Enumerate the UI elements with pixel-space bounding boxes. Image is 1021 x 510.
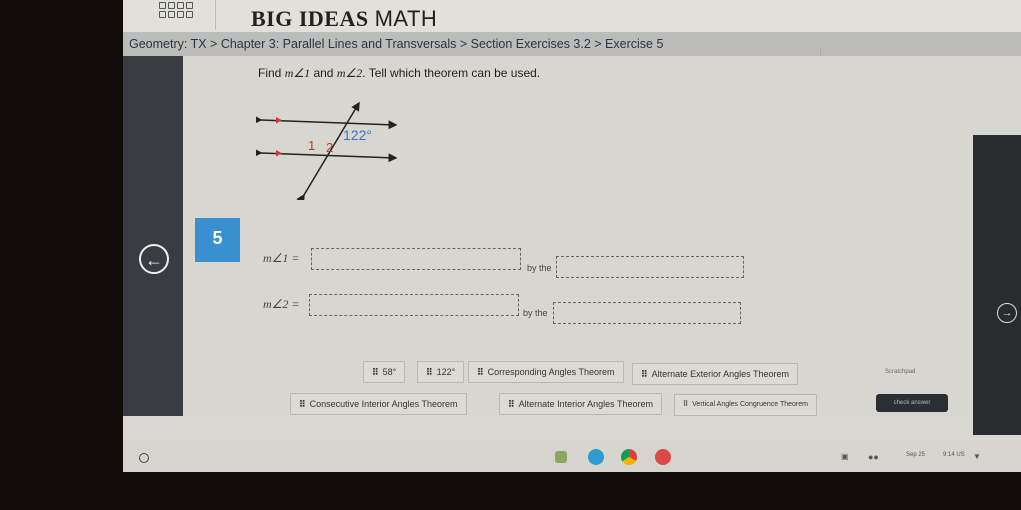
brand-text: BIG IDEAS	[251, 6, 369, 31]
angle-1-label: m∠1	[284, 66, 311, 80]
drag-handle-icon: ⠿	[426, 367, 433, 377]
by-the-text: by the	[527, 263, 552, 273]
chip-label: Alternate Exterior Angles Theorem	[651, 369, 789, 379]
by-the-text: by the	[523, 308, 548, 318]
question-number-badge: 5	[195, 218, 240, 262]
chip-label: Corresponding Angles Theorem	[487, 367, 615, 377]
drag-handle-icon: ⠿	[299, 399, 306, 409]
breadcrumb-text[interactable]: Geometry: TX > Chapter 3: Parallel Lines…	[129, 37, 663, 51]
sidebar: ←	[123, 56, 183, 416]
given-angle-label: 122°	[343, 127, 372, 143]
launcher-icon[interactable]	[139, 453, 149, 463]
answer-chip[interactable]: ⠿ Alternate Exterior Angles Theorem	[632, 363, 798, 385]
question-panel: Find m∠1 and m∠2. Tell which theorem can…	[183, 56, 1021, 416]
angle-1-label-row: m∠1 =	[263, 251, 300, 265]
wifi-icon[interactable]: ▼	[973, 452, 981, 461]
brand-suffix: MATH	[374, 6, 438, 31]
angle-2-answer-drop[interactable]	[309, 294, 519, 316]
breadcrumb: Geometry: TX > Chapter 3: Parallel Lines…	[123, 32, 1021, 56]
right-rail	[973, 135, 1021, 435]
chrome-app-icon[interactable]	[621, 449, 637, 465]
date-text[interactable]: Sep 25	[906, 452, 925, 458]
answer-chip[interactable]: ⠿ 122°	[417, 361, 465, 383]
angle-2-theorem-drop[interactable]	[553, 302, 741, 324]
time-text[interactable]: 9:14 US	[943, 452, 965, 458]
chip-label: 58°	[382, 367, 397, 377]
angle-label-2: 2	[326, 140, 333, 155]
screencast-app-icon[interactable]	[588, 449, 604, 465]
arrow-left-icon[interactable]: ←	[139, 244, 169, 274]
answer-chip[interactable]: ⠿ Vertical Angles Congruence Theorem	[674, 394, 817, 416]
chip-label: Vertical Angles Congruence Theorem	[692, 401, 808, 408]
drag-handle-icon: ⠿	[683, 401, 689, 408]
question-prompt: Find m∠1 and m∠2. Tell which theorem can…	[258, 66, 540, 81]
top-bar: BIG IDEAS MATH	[123, 0, 1021, 33]
parallel-mark-top	[276, 117, 282, 124]
drag-handle-icon: ⠿	[641, 369, 648, 379]
screen: BIG IDEAS MATH Geometry: TX > Chapter 3:…	[123, 0, 1021, 472]
classroom-app-icon[interactable]	[555, 451, 567, 463]
scratchpad-toggle[interactable]: Scratchpad	[885, 369, 915, 375]
check-answer-button[interactable]: check answer	[876, 394, 948, 412]
prompt-text: . Tell which theorem can be used.	[362, 66, 541, 80]
screenshot-icon[interactable]: ▣	[841, 452, 849, 461]
record-icon[interactable]: ●●	[868, 452, 879, 462]
drag-handle-icon: ⠿	[372, 367, 379, 377]
arrow-right-icon[interactable]: →	[997, 303, 1017, 323]
chip-label: 122°	[436, 367, 456, 377]
angle-2-label: m∠2	[336, 66, 363, 80]
angle-1-theorem-drop[interactable]	[556, 256, 744, 278]
parallel-line-top	[256, 115, 398, 130]
prompt-text: and	[310, 66, 337, 80]
parallel-lines-figure: 122° 1 2	[256, 101, 398, 200]
drag-handle-icon: ⠿	[508, 399, 515, 409]
parallel-mark-bottom	[276, 150, 282, 157]
chip-label: Alternate Interior Angles Theorem	[518, 399, 654, 409]
grid-icon[interactable]	[159, 2, 193, 18]
angle-2-label-row: m∠2 =	[263, 297, 300, 311]
answer-chip[interactable]: ⠿ 58°	[363, 361, 406, 383]
chip-label: Consecutive Interior Angles Theorem	[309, 399, 458, 409]
answer-chip[interactable]: ⠿ Corresponding Angles Theorem	[468, 361, 624, 383]
answer-chip[interactable]: ⠿ Consecutive Interior Angles Theorem	[290, 393, 467, 415]
prompt-text: Find	[258, 66, 285, 80]
angle-1-answer-drop[interactable]	[311, 248, 521, 270]
answer-chip[interactable]: ⠿ Alternate Interior Angles Theorem	[499, 393, 663, 415]
brand-logo: BIG IDEAS MATH	[251, 6, 437, 32]
divider	[215, 0, 216, 30]
os-shelf: ▣ ●● Sep 25 9:14 US ▼	[123, 440, 1021, 472]
angle-label-1: 1	[308, 138, 315, 153]
app-icon[interactable]	[655, 449, 671, 465]
drag-handle-icon: ⠿	[477, 367, 484, 377]
